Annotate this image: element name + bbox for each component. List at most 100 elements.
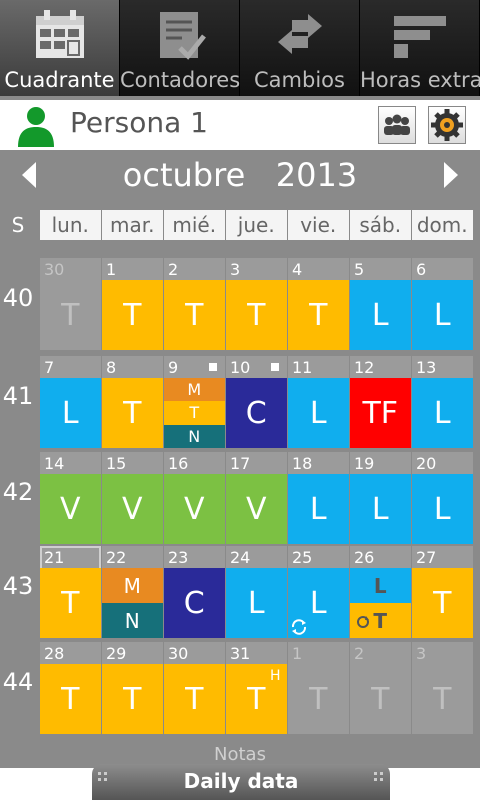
- day-cell[interactable]: T2: [350, 642, 411, 734]
- shift-label: T: [164, 280, 225, 350]
- shift-label: T: [40, 664, 101, 734]
- shift-label: T: [309, 681, 328, 717]
- weekday-header: mié.: [164, 210, 225, 240]
- day-number: 19: [354, 454, 375, 473]
- week-number: 42: [2, 478, 34, 506]
- day-number: 27: [416, 548, 437, 567]
- day-number: 15: [106, 454, 127, 473]
- shift-label: V: [40, 474, 101, 544]
- shift-label: T: [371, 681, 390, 717]
- week-column-label: S: [11, 213, 25, 237]
- tab-label: Contadores: [120, 68, 241, 92]
- day-cell[interactable]: MTN 9: [164, 356, 225, 448]
- overtime-marker: H: [269, 668, 281, 684]
- day-cell[interactable]: M N 22: [102, 546, 163, 638]
- week-number: 41: [2, 382, 34, 410]
- day-cell[interactable]: C 23: [164, 546, 225, 638]
- group-button[interactable]: [378, 106, 416, 144]
- shift-label: T: [40, 568, 101, 638]
- week-number: 40: [2, 284, 34, 312]
- day-cell[interactable]: V 15: [102, 452, 163, 544]
- day-cell[interactable]: V 16: [164, 452, 225, 544]
- day-cell[interactable]: T 27: [412, 546, 473, 638]
- shift-label: L: [350, 280, 411, 350]
- tab-contadores[interactable]: Contadores: [120, 0, 240, 96]
- day-cell[interactable]: L T 26: [350, 546, 411, 638]
- shift-label: T: [288, 280, 349, 350]
- day-cell[interactable]: T 21: [40, 546, 101, 638]
- day-cell[interactable]: L 11: [288, 356, 349, 448]
- month-title: octubre 2013: [122, 156, 358, 194]
- shift-label: T: [226, 280, 287, 350]
- day-cell[interactable]: L5: [350, 258, 411, 350]
- person-bar: Persona 1: [0, 100, 480, 150]
- daily-data-handle[interactable]: Daily data: [92, 764, 390, 800]
- day-cell[interactable]: T3: [412, 642, 473, 734]
- tab-label: Horas extra: [360, 68, 480, 92]
- day-cell[interactable]: T 29: [102, 642, 163, 734]
- day-cell[interactable]: L 13: [412, 356, 473, 448]
- checklist-icon: [159, 12, 206, 60]
- day-number: 16: [168, 454, 189, 473]
- day-cell[interactable]: T1: [102, 258, 163, 350]
- day-number: 26: [354, 548, 375, 567]
- day-cell[interactable]: L6: [412, 258, 473, 350]
- day-number: 14: [44, 454, 65, 473]
- day-number: 3: [230, 260, 241, 279]
- day-cell[interactable]: T8: [102, 356, 163, 448]
- day-number: 10: [230, 358, 251, 377]
- group-icon: [384, 114, 410, 135]
- day-number: 1: [292, 644, 303, 663]
- shift-label: M: [164, 378, 225, 402]
- shift-label: L: [412, 280, 473, 350]
- day-cell[interactable]: L 24: [226, 546, 287, 638]
- day-number: 9: [168, 358, 179, 377]
- day-cell[interactable]: T 31 H: [226, 642, 287, 734]
- shift-label: T: [102, 280, 163, 350]
- day-number: 21: [44, 548, 65, 567]
- day-cell[interactable]: L 19: [350, 452, 411, 544]
- shift-label: T: [412, 568, 473, 638]
- shift-label: M: [102, 568, 163, 603]
- shift-label: V: [226, 474, 287, 544]
- day-cell[interactable]: V 17: [226, 452, 287, 544]
- day-cell[interactable]: L7: [40, 356, 101, 448]
- shift-label: L: [40, 378, 101, 448]
- shift-label: T: [102, 664, 163, 734]
- shift-label: L: [350, 474, 411, 544]
- daily-data-label: Daily data: [183, 769, 299, 793]
- day-cell[interactable]: C 10: [226, 356, 287, 448]
- shift-label: L: [288, 378, 349, 448]
- day-cell[interactable]: T4: [288, 258, 349, 350]
- day-cell[interactable]: L 25: [288, 546, 349, 638]
- day-cell[interactable]: TF 12: [350, 356, 411, 448]
- shift-label: L: [412, 378, 473, 448]
- tab-cambios[interactable]: Cambios: [240, 0, 360, 96]
- shift-label: L: [412, 474, 473, 544]
- day-number: 22: [106, 548, 127, 567]
- day-number: 5: [354, 260, 365, 279]
- tab-horas-extra[interactable]: Horas extra: [360, 0, 480, 96]
- day-number: 13: [416, 358, 437, 377]
- day-number: 24: [230, 548, 251, 567]
- day-cell[interactable]: T2: [164, 258, 225, 350]
- calendar-grid-icon: [35, 10, 84, 58]
- settings-button[interactable]: [428, 106, 466, 144]
- day-cell[interactable]: T 28: [40, 642, 101, 734]
- day-cell[interactable]: T 30: [40, 258, 101, 350]
- note-marker-icon: [208, 363, 217, 371]
- shift-label: L: [226, 568, 287, 638]
- day-cell[interactable]: V 14: [40, 452, 101, 544]
- day-number: 1: [106, 260, 117, 279]
- tab-cuadrante[interactable]: Cuadrante: [0, 0, 120, 96]
- day-cell[interactable]: T3: [226, 258, 287, 350]
- day-number: 31: [230, 644, 251, 663]
- day-cell[interactable]: T 30: [164, 642, 225, 734]
- day-cell[interactable]: L 20: [412, 452, 473, 544]
- day-cell[interactable]: T1: [288, 642, 349, 734]
- next-month-icon[interactable]: [442, 160, 460, 190]
- weekday-header: sáb.: [350, 210, 411, 240]
- weekday-header: dom.: [412, 210, 473, 240]
- day-cell[interactable]: L 18: [288, 452, 349, 544]
- person-name[interactable]: Persona 1: [70, 106, 208, 139]
